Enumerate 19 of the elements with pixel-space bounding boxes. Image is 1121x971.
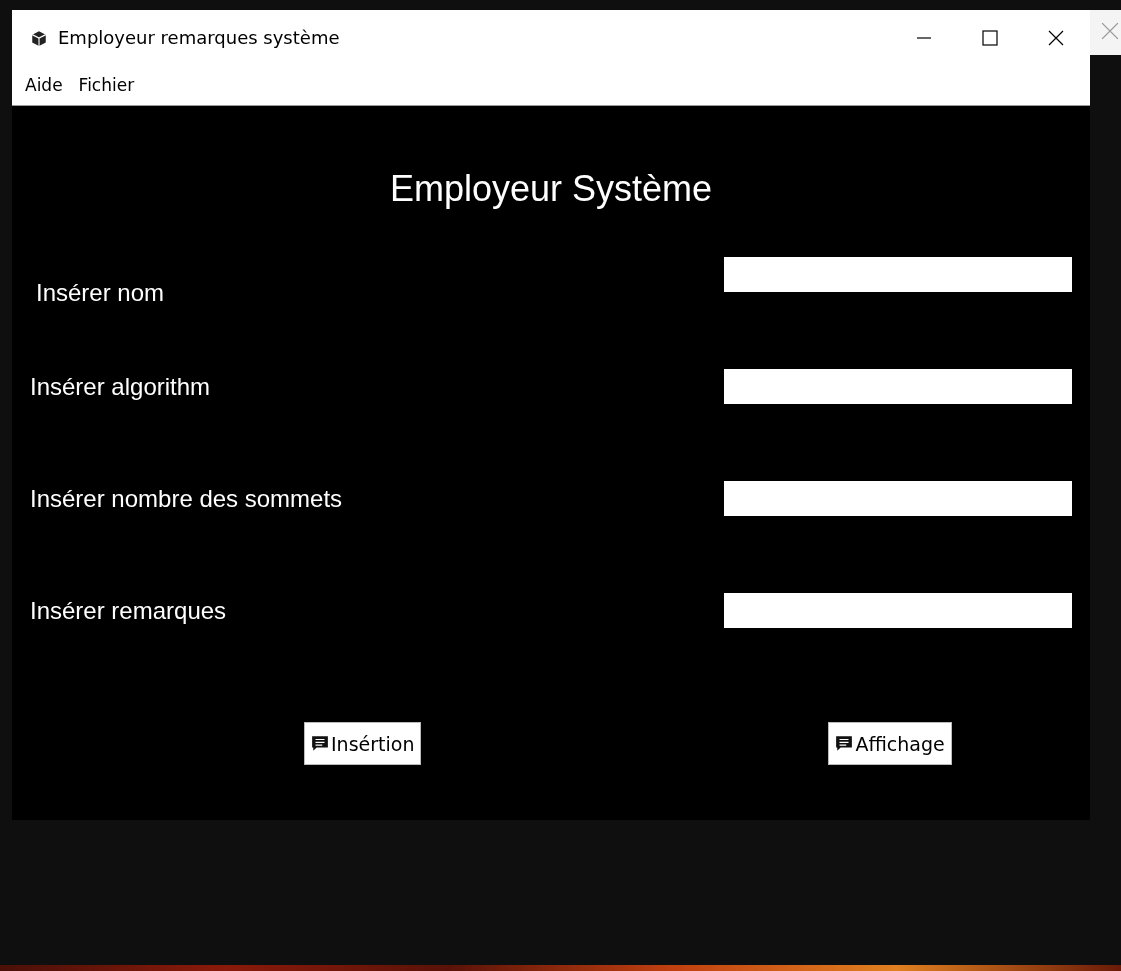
form-heading: Employeur Système	[388, 168, 714, 211]
action-button[interactable]: Insértion	[304, 722, 422, 765]
field-label: Insérer nombre des sommets	[30, 484, 343, 513]
action-button[interactable]: Affichage	[828, 722, 952, 765]
close-icon	[1101, 22, 1119, 40]
maximize-icon[interactable]	[980, 27, 1000, 48]
input-field[interactable]	[724, 481, 1072, 516]
menu-item[interactable]: Aide	[25, 75, 63, 95]
window-title: Employeur remarques système	[58, 27, 340, 48]
app-icon	[30, 28, 48, 47]
input-field[interactable]	[724, 257, 1072, 292]
message-icon	[311, 734, 329, 753]
field-label: Insérer remarques	[30, 596, 227, 625]
field-label: Insérer nom	[36, 278, 165, 307]
input-field[interactable]	[724, 593, 1072, 628]
input-field[interactable]	[724, 369, 1072, 404]
menu-item[interactable]: Fichier	[78, 75, 135, 95]
message-icon	[835, 734, 854, 753]
field-label: Insérer algorithm	[30, 372, 211, 401]
